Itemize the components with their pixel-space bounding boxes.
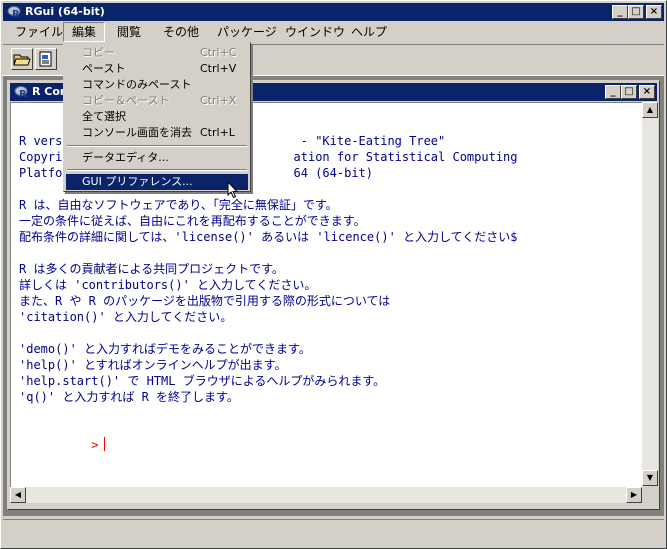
menu-item-copy-and-paste[interactable]: コピー＆ペースト Ctrl+X <box>66 93 248 109</box>
size-grip[interactable] <box>642 487 658 503</box>
load-workspace-button[interactable] <box>35 48 57 70</box>
console-line: 'q()' と入力すれば R を終了します。 <box>19 390 239 404</box>
document-icon <box>39 51 52 67</box>
console-line: 'demo()' と入力すればデモをみることができます。 <box>19 342 311 356</box>
console-prompt: > <box>91 438 99 452</box>
status-bar <box>3 519 664 548</box>
r-logo-icon: R <box>7 6 21 19</box>
mouse-pointer-icon <box>227 181 239 199</box>
scroll-left-button[interactable]: ◀ <box>10 487 26 503</box>
menu-item-paste-commands-only[interactable]: コマンドのみペースト <box>66 77 248 93</box>
console-line: 一定の条件に従えば、自由にこれを再配布することができます。 <box>19 214 366 228</box>
menu-windows[interactable]: ウインドウ <box>277 22 353 42</box>
console-line: R は多くの貢献者による共同プロジェクトです。 <box>19 262 284 276</box>
console-line: 詳しくは 'contributors()' と入力してください。 <box>19 278 317 292</box>
console-minimize-button[interactable]: _ <box>605 85 621 99</box>
menu-packages[interactable]: パッケージ <box>209 22 285 42</box>
svg-text:R: R <box>12 9 20 19</box>
minimize-button[interactable]: _ <box>612 5 628 19</box>
scroll-right-button[interactable]: ▶ <box>626 487 642 503</box>
r-logo-icon: R <box>14 86 28 99</box>
menu-help[interactable]: ヘルプ <box>343 22 395 42</box>
menu-edit[interactable]: 編集 <box>63 22 106 42</box>
vertical-scrollbar[interactable]: ▲ ▼ <box>642 102 658 486</box>
close-button[interactable]: × <box>646 5 662 19</box>
maximize-button[interactable]: □ <box>628 5 644 19</box>
console-line: 'citation()' と入力してください。 <box>19 310 233 324</box>
menu-item-paste[interactable]: ペースト Ctrl+V <box>66 61 248 77</box>
menubar: ファイル 編集 閲覧 その他 パッケージ ウインドウ ヘルプ <box>3 22 664 42</box>
app-titlebar[interactable]: R RGui (64-bit) _ □ × <box>3 3 664 21</box>
scroll-up-button[interactable]: ▲ <box>642 102 658 118</box>
text-cursor <box>104 437 106 451</box>
folder-open-icon <box>13 54 31 66</box>
menu-file[interactable]: ファイル <box>7 22 71 42</box>
scroll-down-button[interactable]: ▼ <box>642 470 658 486</box>
horizontal-scrollbar[interactable]: ◀ ▶ <box>10 487 642 503</box>
console-line: 'help()' とすればオンラインヘルプが出ます。 <box>19 358 287 372</box>
menu-item-clear-console[interactable]: コンソール画面を消去 Ctrl+L <box>66 125 248 141</box>
menu-item-select-all[interactable]: 全て選択 <box>66 109 248 125</box>
menu-separator <box>67 145 247 147</box>
menu-view[interactable]: 閲覧 <box>109 22 149 42</box>
menu-misc[interactable]: その他 <box>155 22 207 42</box>
svg-text:R: R <box>19 89 27 99</box>
console-line: R は、自由なソフトウェアであり、「完全に無保証」です。 <box>19 198 338 212</box>
app-title: RGui (64-bit) <box>25 5 105 18</box>
rgui-main-window: R RGui (64-bit) _ □ × ファイル 編集 閲覧 その他 パッケ… <box>0 0 667 549</box>
console-maximize-button[interactable]: □ <box>621 85 637 99</box>
menu-item-copy[interactable]: コピー Ctrl+C <box>66 45 248 61</box>
console-close-button[interactable]: × <box>639 85 655 99</box>
console-line: 'help.start()' で HTML ブラウザによるヘルプがみられます。 <box>19 374 386 388</box>
menu-item-gui-preferences[interactable]: GUI プリファレンス... <box>66 174 248 190</box>
console-line: また、R や R のパッケージを出版物で引用する際の形式については <box>19 294 391 308</box>
menu-item-data-editor[interactable]: データエディタ... <box>66 150 248 166</box>
edit-menu-dropdown: コピー Ctrl+C ペースト Ctrl+V コマンドのみペースト コピー＆ペー… <box>63 42 251 192</box>
open-script-button[interactable] <box>11 48 33 70</box>
console-line: 配布条件の詳細に関しては、'license()' あるいは 'licence()… <box>19 230 518 244</box>
menu-separator <box>67 169 247 171</box>
console-prompt-line[interactable]: > <box>19 421 106 452</box>
